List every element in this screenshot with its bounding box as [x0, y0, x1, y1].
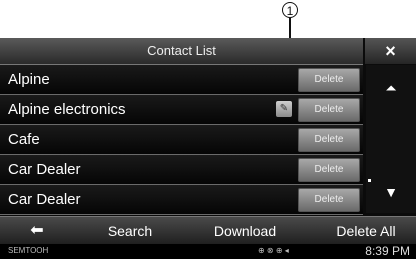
- bottom-toolbar: ⬅ Search Download Delete All: [0, 216, 416, 245]
- delete-button[interactable]: Delete: [298, 188, 360, 212]
- edit-icon[interactable]: ✎: [276, 101, 292, 117]
- scroll-panel: ⏶ ▼: [366, 65, 416, 213]
- scroll-down-button[interactable]: ▼: [373, 175, 409, 209]
- download-button[interactable]: Download: [190, 217, 300, 245]
- contact-row[interactable]: Alpine Delete: [0, 65, 363, 95]
- delete-button[interactable]: Delete: [298, 128, 360, 152]
- status-source-label: SEMTOOH: [8, 246, 49, 255]
- contact-list: Alpine Delete Alpine electronics ✎ Delet…: [0, 65, 363, 215]
- contact-name: Cafe: [8, 131, 40, 148]
- delete-button[interactable]: Delete: [298, 68, 360, 92]
- contact-name: Alpine: [8, 71, 50, 88]
- callout-number: 1: [282, 2, 298, 18]
- contact-row[interactable]: Car Dealer Delete: [0, 155, 363, 185]
- contact-name: Alpine electronics: [8, 101, 126, 118]
- contact-row[interactable]: Alpine electronics ✎ Delete: [0, 95, 363, 125]
- contact-list-title: Contact List: [0, 38, 363, 65]
- delete-button[interactable]: Delete: [298, 158, 360, 182]
- contact-row[interactable]: Car Dealer Delete: [0, 185, 363, 215]
- phone-screen: Contact List × Alpine Delete Alpine elec…: [0, 38, 416, 259]
- contact-row[interactable]: Cafe Delete: [0, 125, 363, 155]
- close-button[interactable]: ×: [365, 38, 416, 64]
- scroll-to-top-button[interactable]: ⏶: [373, 71, 409, 105]
- scroll-position-indicator: [368, 179, 371, 182]
- status-bar: SEMTOOH ⊕ ⊗ ⊕ ◂ 8:39 PM: [0, 244, 416, 259]
- delete-button[interactable]: Delete: [298, 98, 360, 122]
- back-button[interactable]: ⬅: [2, 217, 72, 245]
- status-icons: ⊕ ⊗ ⊕ ◂: [258, 246, 289, 255]
- search-button[interactable]: Search: [80, 217, 180, 245]
- contact-name: Car Dealer: [8, 161, 81, 178]
- clock: 8:39 PM: [365, 244, 410, 258]
- delete-all-button[interactable]: Delete All: [316, 217, 416, 245]
- contact-name: Car Dealer: [8, 191, 81, 208]
